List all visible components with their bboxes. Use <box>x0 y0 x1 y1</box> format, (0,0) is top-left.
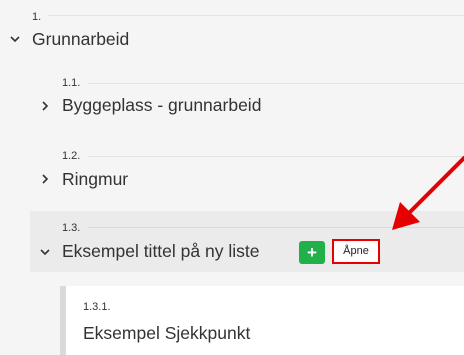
section-number: 1.1. <box>62 77 81 89</box>
section-title[interactable]: Byggeplass - grunnarbeid <box>62 96 261 115</box>
section-title[interactable]: Ringmur <box>62 170 128 189</box>
divider <box>88 83 464 84</box>
add-button[interactable]: + <box>299 241 325 264</box>
section-number: 1. <box>32 11 42 23</box>
section-number: 1.2. <box>62 150 81 162</box>
annotation-arrow <box>392 156 464 230</box>
section-title[interactable]: Grunnarbeid <box>32 30 129 49</box>
child-number: 1.3.1. <box>83 301 111 313</box>
chevron-down-icon[interactable] <box>39 246 51 258</box>
open-button[interactable]: Åpne <box>332 239 380 264</box>
child-title[interactable]: Eksempel Sjekkpunkt <box>83 324 250 343</box>
divider <box>48 15 464 16</box>
chevron-down-icon[interactable] <box>9 33 21 45</box>
chevron-right-icon[interactable] <box>39 100 51 112</box>
section-number: 1.3. <box>62 222 81 234</box>
section-title[interactable]: Eksempel tittel på ny liste <box>62 242 259 261</box>
chevron-right-icon[interactable] <box>39 173 51 185</box>
child-item[interactable]: 1.3.1. Eksempel Sjekkpunkt <box>60 286 464 355</box>
